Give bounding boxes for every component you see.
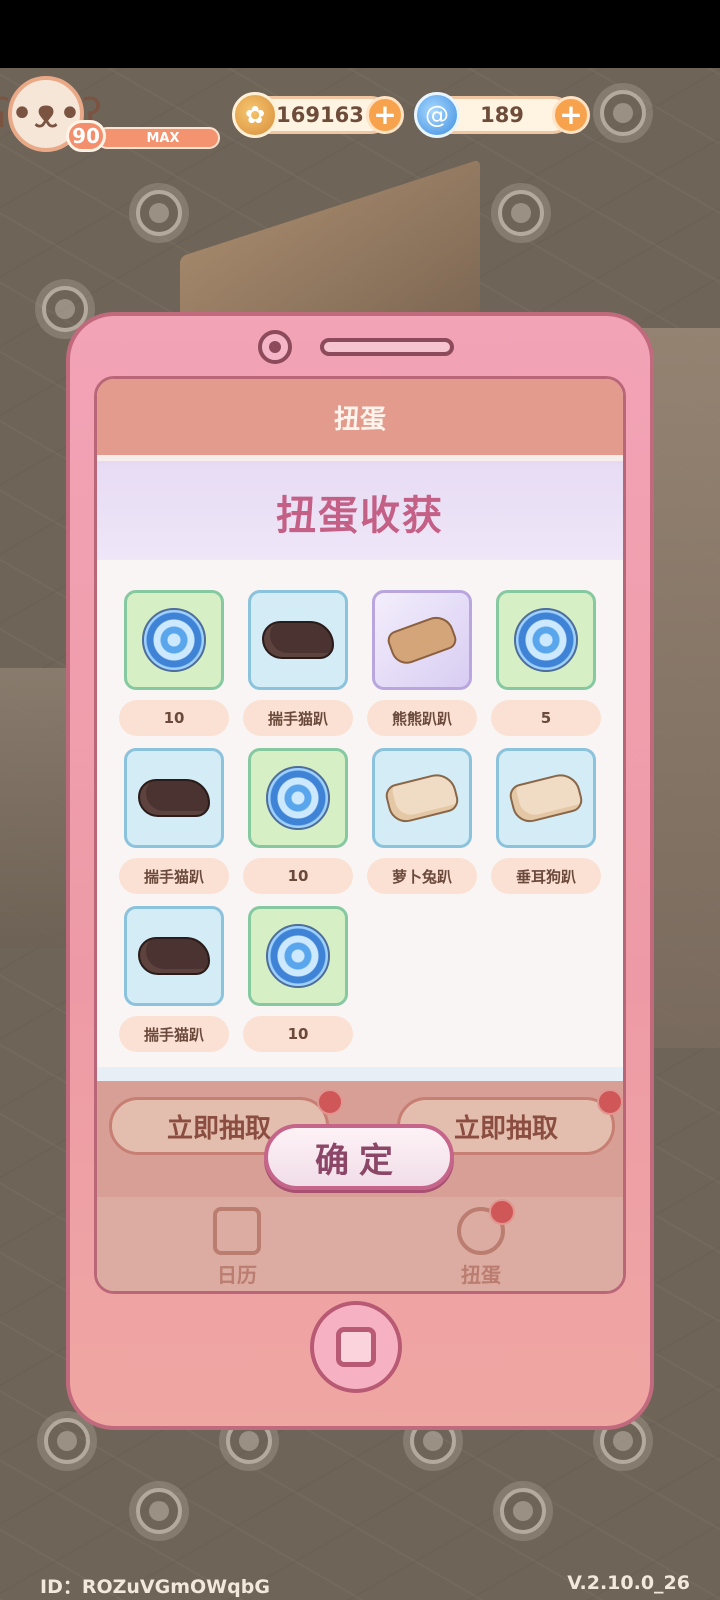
item-card [372, 590, 472, 690]
cat-mat-icon [138, 937, 210, 975]
item-label: 10 [243, 1016, 353, 1052]
item-label: 熊熊趴趴 [367, 700, 477, 736]
add-gems-button[interactable]: + [552, 96, 590, 134]
result-item[interactable]: 10 [243, 748, 353, 898]
item-card [124, 590, 224, 690]
item-card [248, 748, 348, 848]
player-id: ID：ROZuVGmOWqbG [40, 1576, 270, 1598]
status-bar [0, 0, 720, 68]
coin-icon: ✿ [232, 92, 278, 138]
phone-frame: 扭蛋 立即抽取 立即抽取 当前扭蛋券数量：27 日历 扭蛋 扭蛋 [66, 312, 654, 1430]
item-label: 垂耳狗趴 [491, 858, 601, 894]
bear-mat-icon [384, 611, 460, 669]
swirl-gem-icon [514, 608, 578, 672]
cat-mat-icon [138, 779, 210, 817]
sun-icon [136, 190, 182, 236]
add-coins-button[interactable]: + [366, 96, 404, 134]
item-label: 10 [243, 858, 353, 894]
swirl-gem-icon [142, 608, 206, 672]
result-item[interactable]: 5 [491, 590, 601, 740]
phone-speaker [320, 338, 454, 356]
item-label: 揣手猫趴 [243, 700, 353, 736]
screen-title: 扭蛋 [97, 379, 623, 455]
item-card [496, 748, 596, 848]
coin-amount: 169163 [276, 103, 364, 127]
item-label: 揣手猫趴 [119, 1016, 229, 1052]
item-card [124, 906, 224, 1006]
result-title: 扭蛋收获 [97, 464, 623, 560]
sun-icon [136, 1488, 182, 1534]
phone-camera [258, 330, 292, 364]
sun-icon [500, 1488, 546, 1534]
background-building-left [0, 668, 70, 948]
home-square-icon [336, 1327, 376, 1367]
item-card [372, 748, 472, 848]
version-label: V.2.10.0_26 [567, 1572, 690, 1594]
swirl-gem-icon [266, 766, 330, 830]
item-label: 揣手猫趴 [119, 858, 229, 894]
result-item[interactable]: 10 [243, 906, 353, 1056]
item-label: 萝卜兔趴 [367, 858, 477, 894]
phone-home-button[interactable] [310, 1301, 402, 1393]
swirl-gem-icon [266, 924, 330, 988]
result-item[interactable]: 萝卜兔趴 [367, 748, 477, 898]
sun-icon [600, 90, 646, 136]
result-item[interactable]: 垂耳狗趴 [491, 748, 601, 898]
cat-mat-icon [262, 621, 334, 659]
level-badge: 90 [66, 120, 106, 152]
swirl-gem-icon: @ [414, 92, 460, 138]
item-card [248, 906, 348, 1006]
result-item[interactable]: 熊熊趴趴 [367, 590, 477, 740]
sun-icon [498, 190, 544, 236]
result-item[interactable]: 揣手猫趴 [243, 590, 353, 740]
result-item[interactable]: 10 [119, 590, 229, 740]
result-item[interactable]: 揣手猫趴 [119, 748, 229, 898]
confirm-button[interactable]: 确定 [264, 1124, 454, 1190]
dog-mat-icon [507, 770, 585, 826]
result-item[interactable]: 揣手猫趴 [119, 906, 229, 1056]
sun-icon [44, 1418, 90, 1464]
gacha-result-panel: 扭蛋收获 10 揣手猫趴 熊熊趴趴 5 揣手猫趴 10 萝卜兔趴 垂耳狗趴 揣手… [97, 461, 623, 1081]
item-label: 10 [119, 700, 229, 736]
level-bar: MAX [96, 127, 220, 149]
gem-amount: 189 [480, 103, 524, 127]
item-card [496, 590, 596, 690]
result-panel-footer [97, 1067, 623, 1081]
item-card [248, 590, 348, 690]
item-card [124, 748, 224, 848]
item-label: 5 [491, 700, 601, 736]
rabbit-mat-icon [383, 770, 461, 826]
